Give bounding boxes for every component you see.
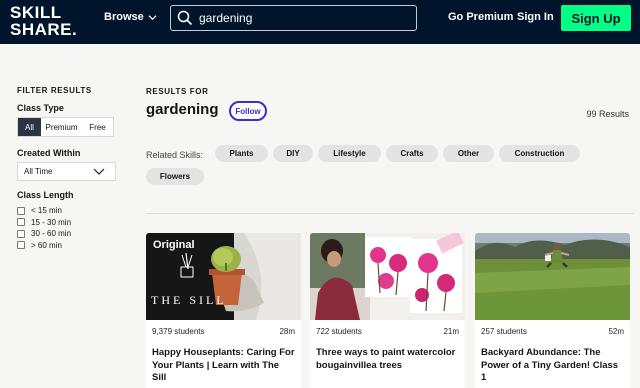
skill-pill-diy[interactable]: DIY — [273, 145, 313, 162]
class-type-free[interactable]: Free — [82, 118, 113, 136]
results-for-label: RESULTS FOR — [146, 87, 209, 96]
logo-line-1: SKILL — [10, 3, 62, 22]
original-badge: Original — [153, 239, 195, 251]
class-length-option[interactable]: 30 - 60 min — [17, 228, 71, 240]
checkbox[interactable] — [17, 218, 25, 227]
sign-up-button[interactable]: Sign Up — [561, 5, 631, 31]
brand-watermark: THE SILL — [151, 293, 227, 307]
class-duration: 21m — [443, 327, 459, 336]
skill-pill-plants[interactable]: Plants — [215, 145, 268, 162]
checkbox[interactable] — [17, 229, 25, 238]
logo-line-2: SHARE. — [10, 20, 78, 39]
class-length-text: > 60 min — [31, 240, 62, 250]
search-input[interactable] — [199, 11, 399, 25]
class-card[interactable]: Original THE SILL 9,379 students 28m Hap… — [146, 233, 301, 388]
class-card[interactable]: 257 students 52m Backyard Abundance: The… — [475, 233, 630, 388]
related-skills-label: Related Skills: — [146, 150, 204, 160]
class-length-option[interactable]: > 60 min — [17, 240, 71, 252]
class-thumbnail — [310, 233, 465, 320]
browse-menu[interactable]: Browse — [104, 11, 157, 23]
class-length-text: 30 - 60 min — [31, 229, 72, 239]
class-duration: 52m — [608, 327, 624, 336]
skill-pill-construction[interactable]: Construction — [499, 145, 580, 162]
created-within-select[interactable]: All Time — [17, 162, 116, 181]
watercolor-painting-image — [310, 233, 465, 320]
chevron-down-icon — [93, 168, 105, 175]
class-length-text: 15 - 30 min — [31, 217, 72, 227]
student-count: 722 students — [316, 327, 362, 336]
student-count: 257 students — [481, 327, 527, 336]
results-count: 99 Results — [586, 109, 629, 119]
class-length-option[interactable]: < 15 min — [17, 205, 71, 217]
class-type-premium[interactable]: Premium — [41, 118, 82, 136]
class-title[interactable]: Three ways to paint watercolor bougainvi… — [310, 347, 465, 372]
created-within-label: Created Within — [17, 148, 81, 158]
class-length-label: Class Length — [17, 190, 74, 200]
top-nav-bar: SKILL SHARE. Browse Go Premium Sign In S… — [0, 0, 640, 44]
class-type-segmented-control: All Premium Free — [17, 117, 114, 137]
search-box[interactable] — [170, 5, 417, 31]
class-length-text: < 15 min — [31, 206, 62, 216]
skill-pill-lifestyle[interactable]: Lifestyle — [318, 145, 381, 162]
created-within-value: All Time — [24, 167, 53, 176]
search-icon — [177, 10, 193, 26]
class-card[interactable]: 722 students 21m Three ways to paint wat… — [310, 233, 465, 388]
checkbox[interactable] — [17, 206, 25, 215]
search-query-title: gardening — [146, 101, 219, 118]
class-meta: 722 students 21m — [310, 327, 465, 336]
divider — [146, 213, 634, 214]
class-type-all[interactable]: All — [18, 118, 41, 136]
class-duration: 28m — [279, 327, 295, 336]
follow-button[interactable]: Follow — [229, 101, 267, 121]
backyard-garden-image — [475, 233, 630, 320]
browse-label: Browse — [104, 11, 144, 23]
class-title[interactable]: Backyard Abundance: The Power of a Tiny … — [475, 347, 630, 385]
class-thumbnail — [475, 233, 630, 320]
student-count: 9,379 students — [152, 327, 205, 336]
chevron-down-icon — [148, 14, 157, 20]
class-type-label: Class Type — [17, 103, 64, 113]
class-length-options: < 15 min 15 - 30 min 30 - 60 min > 60 mi… — [17, 205, 71, 251]
class-meta: 9,379 students 28m — [146, 327, 301, 336]
skill-pill-flowers[interactable]: Flowers — [146, 168, 204, 185]
skill-pill-other[interactable]: Other — [443, 145, 494, 162]
filter-results-heading: FILTER RESULTS — [17, 86, 92, 95]
sign-in-link[interactable]: Sign In — [517, 11, 554, 23]
skillshare-logo[interactable]: SKILL SHARE. — [10, 4, 80, 38]
skill-pill-crafts[interactable]: Crafts — [386, 145, 438, 162]
class-meta: 257 students 52m — [475, 327, 630, 336]
class-length-option[interactable]: 15 - 30 min — [17, 217, 71, 229]
go-premium-link[interactable]: Go Premium — [448, 11, 513, 23]
class-thumbnail: Original THE SILL — [146, 233, 301, 320]
class-title[interactable]: Happy Houseplants: Caring For Your Plant… — [146, 347, 301, 385]
checkbox[interactable] — [17, 241, 25, 250]
